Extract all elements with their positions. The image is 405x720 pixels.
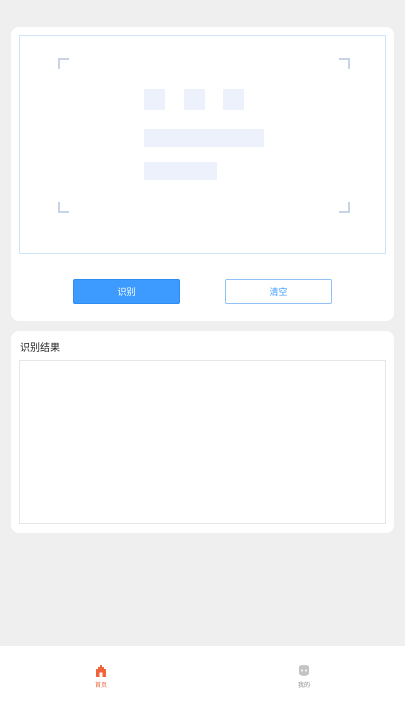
tab-mine-label: 我的 bbox=[297, 682, 310, 689]
scan-corner-bottom-left bbox=[58, 202, 69, 213]
upload-card: 识别 清空 bbox=[11, 27, 394, 321]
tab-home-label: 首页 bbox=[94, 682, 107, 689]
clear-button[interactable]: 清空 bbox=[225, 279, 332, 304]
profile-icon bbox=[299, 665, 309, 676]
bottom-tab-bar: 首页 我的 bbox=[0, 646, 405, 720]
scan-corner-top-left bbox=[58, 58, 69, 69]
image-upload-area[interactable] bbox=[19, 35, 386, 254]
placeholder-line bbox=[144, 162, 217, 180]
home-icon bbox=[96, 665, 106, 677]
status-bar bbox=[0, 0, 405, 15]
result-title: 识别结果 bbox=[20, 343, 60, 354]
placeholder-block bbox=[184, 89, 205, 110]
tab-mine[interactable]: 我的 bbox=[284, 664, 324, 694]
recognize-button[interactable]: 识别 bbox=[73, 279, 180, 304]
scan-corner-top-right bbox=[339, 58, 350, 69]
result-textarea[interactable] bbox=[19, 360, 386, 524]
placeholder-block bbox=[144, 89, 165, 110]
scan-corner-bottom-right bbox=[339, 202, 350, 213]
placeholder-block bbox=[223, 89, 244, 110]
placeholder-line bbox=[144, 129, 264, 147]
tab-home[interactable]: 首页 bbox=[81, 664, 121, 694]
result-card: 识别结果 bbox=[11, 331, 394, 533]
